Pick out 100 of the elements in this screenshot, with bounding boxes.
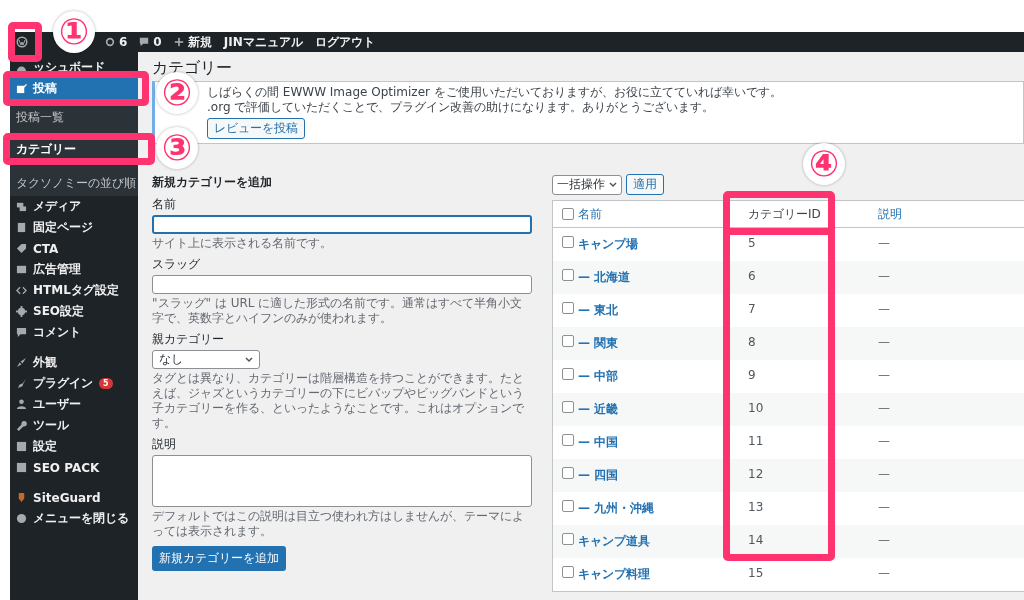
admin-bar-link[interactable]: 0	[139, 33, 162, 51]
submenu-item[interactable]: カテゴリー	[10, 140, 138, 158]
category-name-link[interactable]: — 九州・沖縄	[578, 501, 655, 515]
field-hint: "スラッグ" は URL に適した形式の名前です。通常はすべて半角小文字で、英数字とハイフンのみが使われます。	[152, 296, 524, 326]
bulk-action-select[interactable]: 一括操作	[552, 174, 622, 195]
square-icon	[16, 441, 27, 452]
category-name-link[interactable]: — 四国	[578, 468, 619, 482]
row-checkbox[interactable]	[562, 335, 574, 347]
table-cell: —	[878, 236, 890, 250]
row-checkbox[interactable]	[562, 533, 574, 545]
table-cell: 8	[748, 335, 756, 349]
category-name-link[interactable]: — 北海道	[578, 270, 631, 284]
chevron-down-icon	[609, 181, 617, 188]
table-cell: —	[878, 401, 890, 415]
table-cell: —	[878, 302, 890, 316]
field-label: 名前	[152, 196, 177, 213]
sidebar-item[interactable]: SiteGuard	[10, 487, 138, 508]
sidebar-item[interactable]: SEO PACK	[10, 457, 138, 478]
category-name-link[interactable]: キャンプ道具	[578, 534, 650, 548]
table-cell: 15	[748, 566, 764, 580]
field-hint: デフォルトではこの説明は目立つ使われ方はしませんが、テーマによっては表示されます。	[152, 509, 525, 539]
row-checkbox[interactable]	[562, 467, 574, 479]
add-category-button[interactable]: 新規カテゴリーを追加	[152, 546, 286, 571]
plus-icon	[173, 37, 184, 47]
sidebar-item[interactable]: SEO設定	[10, 301, 138, 322]
sidebar-item[interactable]: 広告管理	[10, 259, 138, 280]
admin-bar-link[interactable]: JINマニュアル	[223, 33, 303, 51]
sidebar-item[interactable]: プラグイン 5	[10, 373, 138, 394]
sidebar-item[interactable]: メニューを閉じる	[10, 508, 138, 529]
table-cell: 7	[748, 302, 756, 316]
shield-icon	[16, 492, 27, 503]
sidebar-item[interactable]: コメント	[10, 322, 138, 343]
sidebar-item[interactable]: ツール	[10, 415, 138, 436]
highlight-frame	[8, 22, 42, 62]
column-header[interactable]: 説明	[878, 205, 1024, 223]
table-cell: —	[878, 269, 890, 283]
row-checkbox[interactable]	[562, 434, 574, 446]
speech-bubble-icon	[139, 37, 150, 47]
description-textarea[interactable]	[152, 455, 532, 507]
row-checkbox[interactable]	[562, 500, 574, 512]
select-all-checkbox[interactable]	[562, 208, 574, 220]
category-name-link[interactable]: — 東北	[578, 303, 619, 317]
sidebar-item[interactable]: 外観	[10, 352, 138, 373]
table-cell: —	[878, 368, 890, 382]
admin-bar-link[interactable]: 6	[105, 33, 128, 51]
field-label: スラッグ	[152, 256, 201, 273]
field-label: 親カテゴリー	[152, 331, 225, 348]
notice-text: しばらくの間 EWWW Image Optimizer をご使用いただいておりますが、お役に立てていれば幸いです。	[207, 85, 783, 100]
row-checkbox[interactable]	[562, 269, 574, 281]
category-name-link[interactable]: — 関東	[578, 336, 619, 350]
table-cell: 11	[748, 434, 764, 448]
sidebar-item[interactable]: 投稿	[10, 78, 138, 99]
wrench-icon	[16, 420, 27, 431]
field-label: 説明	[152, 436, 177, 453]
table-cell: 14	[748, 533, 764, 547]
category-name-link[interactable]: キャンプ料理	[578, 567, 650, 581]
person-icon	[16, 399, 27, 410]
column-header[interactable]: 名前	[578, 205, 728, 223]
table-cell: —	[878, 566, 890, 580]
tag-icon	[16, 243, 27, 254]
input-field[interactable]	[152, 215, 532, 234]
field-hint: サイト上に表示される名前です。	[152, 236, 333, 251]
apply-button[interactable]: 適用	[626, 174, 664, 195]
table-cell: 5	[748, 236, 756, 250]
admin-bar-link[interactable]: ログアウト	[314, 33, 375, 51]
row-checkbox[interactable]	[562, 302, 574, 314]
table-cell: 13	[748, 500, 764, 514]
table-cell: —	[878, 335, 890, 349]
row-checkbox[interactable]	[562, 566, 574, 578]
admin-bar-link[interactable]: 新規	[173, 33, 212, 51]
review-button[interactable]: レビューを投稿	[207, 118, 305, 139]
gear-icon	[16, 306, 27, 317]
notice-text: .org で評価していただくことで、プラグイン改善の助けになります。ありがとうございます。	[207, 100, 716, 115]
table-cell: 9	[748, 368, 756, 382]
update-count-badge: 5	[99, 378, 113, 389]
submenu-item[interactable]: タクソノミーの並び順	[10, 174, 138, 192]
submenu-item[interactable]: 投稿一覧	[10, 108, 138, 126]
parent-category-select[interactable]: なし	[152, 350, 260, 369]
table-cell: 12	[748, 467, 764, 481]
code-icon	[16, 285, 27, 296]
category-name-link[interactable]: — 中部	[578, 369, 619, 383]
row-checkbox[interactable]	[562, 236, 574, 248]
chevron-down-icon	[245, 356, 253, 363]
category-name-link[interactable]: — 中国	[578, 435, 619, 449]
row-checkbox[interactable]	[562, 401, 574, 413]
table-cell: 10	[748, 401, 764, 415]
sidebar-item[interactable]: ユーザー	[10, 394, 138, 415]
page-icon	[16, 222, 27, 233]
category-name-link[interactable]: キャンプ場	[578, 237, 638, 251]
input-field[interactable]	[152, 275, 532, 294]
category-name-link[interactable]: — 近畿	[578, 402, 619, 416]
sidebar-item[interactable]: CTA	[10, 238, 138, 259]
sidebar-item[interactable]: HTMLタグ設定	[10, 280, 138, 301]
wordpress-logo-icon[interactable]	[16, 36, 28, 48]
speech-bubble-icon	[16, 327, 27, 338]
sidebar-item[interactable]: 設定	[10, 436, 138, 457]
sidebar-item[interactable]: メディア	[10, 196, 138, 217]
form-heading: 新規カテゴリーを追加	[152, 174, 273, 191]
row-checkbox[interactable]	[562, 368, 574, 380]
sidebar-item[interactable]: 固定ページ	[10, 217, 138, 238]
